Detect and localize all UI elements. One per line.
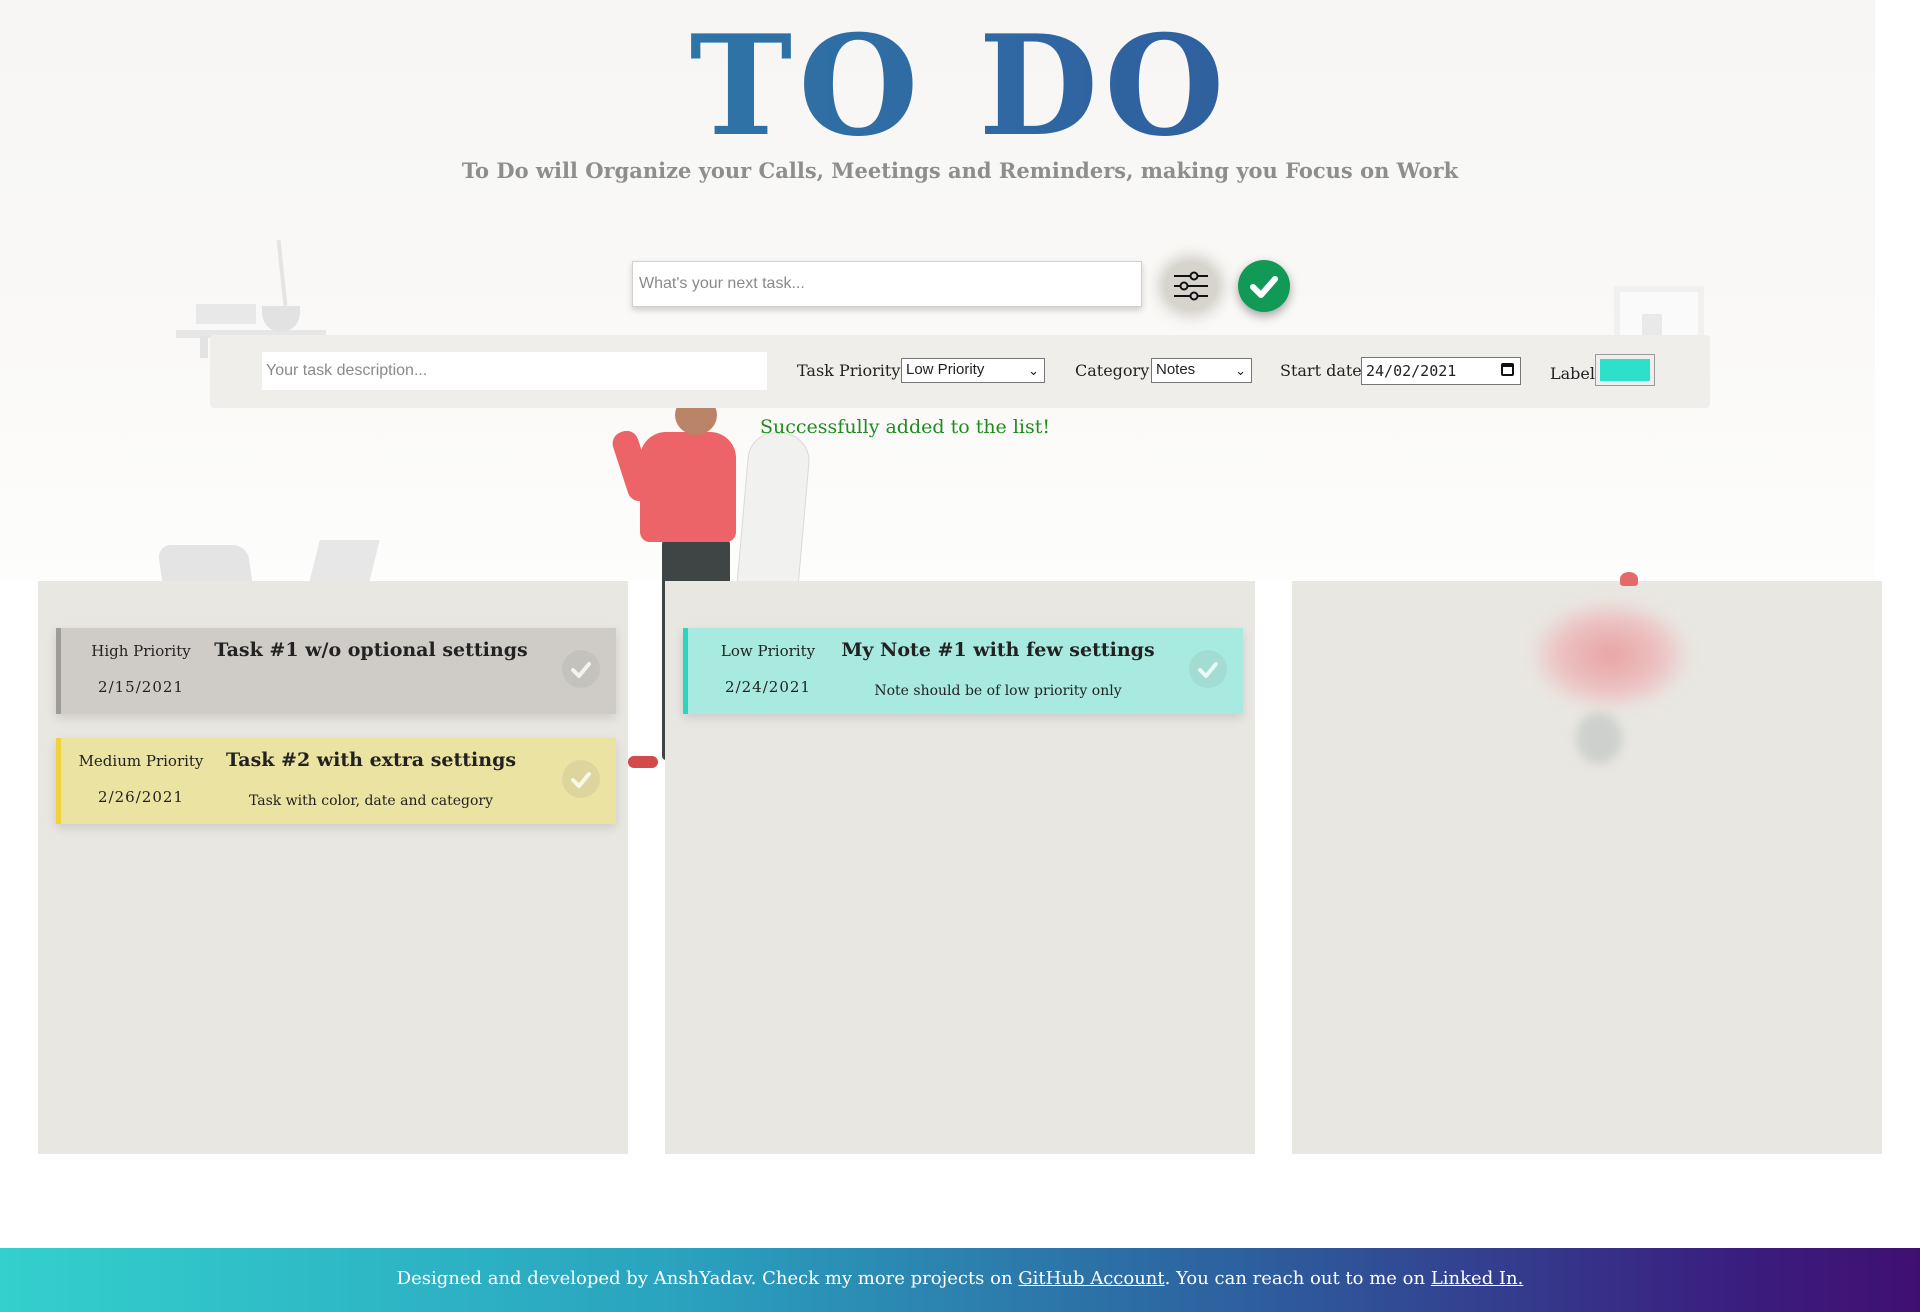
priority-select[interactable]: Low Priority ⌄ [901,358,1045,383]
status-message: Successfully added to the list! [760,416,1051,438]
card-title: Task #2 with extra settings [225,749,517,771]
card-priority: Medium Priority [78,752,204,770]
add-task-button[interactable] [1238,260,1290,312]
check-icon [1198,662,1218,678]
task-column-2: Low Priority 2/24/2021 My Note #1 with f… [665,581,1255,1154]
task-description-input[interactable] [262,352,767,390]
complete-task-button[interactable] [562,650,600,688]
category-select[interactable]: Notes ⌄ [1151,358,1252,383]
check-icon [571,772,591,788]
start-date-input[interactable]: 24/02/2021 [1361,357,1521,385]
app-title: TO DO [0,10,1920,162]
person-shoe-illustration [628,756,658,768]
label-color-swatch [1600,359,1650,381]
card-title: Task #1 w/o optional settings [214,639,528,661]
card-priority: Low Priority [720,642,816,660]
footer-text-middle: . You can reach out to me on [1164,1268,1431,1289]
card-date: 2/26/2021 [98,788,184,806]
linkedin-link[interactable]: Linked In. [1431,1268,1524,1289]
card-date: 2/15/2021 [98,678,184,696]
shelf-leg-illustration [200,336,208,358]
start-date-label: Start date: [1280,361,1368,380]
settings-button[interactable] [1165,262,1217,310]
card-description: Note should be of low priority only [874,683,1122,699]
plant-pot-illustration [1576,712,1622,764]
card-title: My Note #1 with few settings [841,639,1155,661]
footer-text: Designed and developed by AnshYadav. Che… [0,1268,1920,1289]
task-card: Medium Priority 2/26/2021 Task #2 with e… [56,738,616,824]
task-input[interactable] [632,261,1142,307]
check-icon [571,662,591,678]
category-select-value: Notes [1156,361,1196,378]
priority-select-value: Low Priority [906,361,985,378]
card-description: Task with color, date and category [248,793,494,809]
card-date: 2/24/2021 [725,678,811,696]
task-card: Low Priority 2/24/2021 My Note #1 with f… [683,628,1243,714]
task-column-3 [1292,572,1882,1154]
chevron-down-icon: ⌄ [1028,363,1039,378]
check-circle-icon [1250,276,1278,298]
complete-task-button[interactable] [562,760,600,798]
app-subtitle: To Do will Organize your Calls, Meetings… [461,158,1459,183]
label-color-label: Label [1550,364,1595,383]
card-priority: High Priority [91,642,191,660]
task-card: High Priority 2/15/2021 Task #1 w/o opti… [56,628,616,714]
priority-label: Task Priority: [797,361,906,380]
plant-foliage-illustration [1530,600,1690,710]
footer-text-before: Designed and developed by AnshYadav. Che… [396,1268,1019,1289]
sliders-icon [1174,271,1208,301]
person-body-illustration [640,432,736,542]
chevron-down-icon: ⌄ [1235,363,1246,378]
task-options-bar: Task Priority: Low Priority ⌄ Category: … [210,335,1710,408]
task-column-1: High Priority 2/15/2021 Task #1 w/o opti… [38,581,628,1154]
start-date-value: 24/02/2021 [1366,362,1457,380]
category-label: Category: [1075,361,1155,380]
complete-task-button[interactable] [1189,650,1227,688]
calendar-icon[interactable] [1501,363,1514,376]
footer: Designed and developed by AnshYadav. Che… [0,1248,1920,1312]
label-color-picker[interactable] [1595,354,1655,386]
plant-flower-illustration [1620,572,1638,586]
picture-frame-inner-illustration [1642,314,1662,336]
shelf-books-illustration [196,304,256,324]
github-link[interactable]: GitHub Account [1018,1268,1164,1289]
